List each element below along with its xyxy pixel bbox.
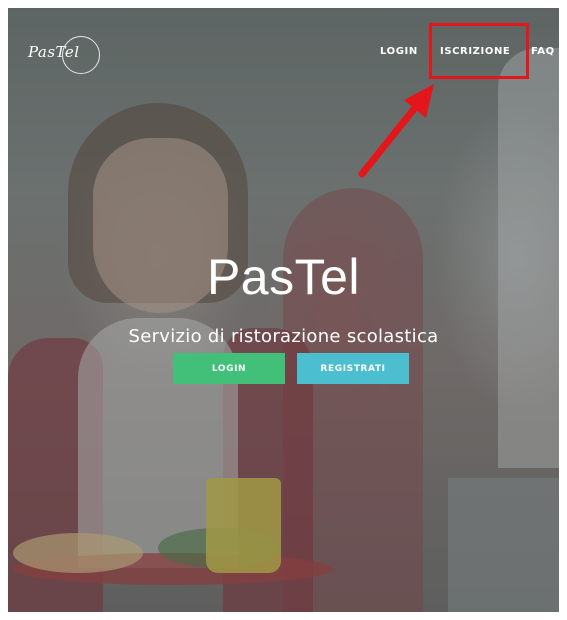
nav-faq-link[interactable]: FAQ (531, 46, 555, 57)
login-button[interactable]: LOGIN (173, 353, 285, 384)
pastel-logo[interactable]: PasTel (26, 36, 100, 74)
hero-subtitle: Servizio di ristorazione scolastica (128, 326, 439, 347)
logo-text: PasTel (28, 43, 80, 61)
annotation-highlight-box (429, 23, 529, 79)
annotation-arrow-icon (358, 84, 434, 178)
nav-login-link[interactable]: LOGIN (380, 46, 418, 57)
hero-frame: PasTel LOGIN ISCRIZIONE FAQ PasTel Servi… (8, 8, 559, 612)
register-button[interactable]: REGISTRATI (297, 353, 409, 384)
hero-overlay (8, 8, 559, 612)
hero-title: PasTel (206, 249, 361, 305)
